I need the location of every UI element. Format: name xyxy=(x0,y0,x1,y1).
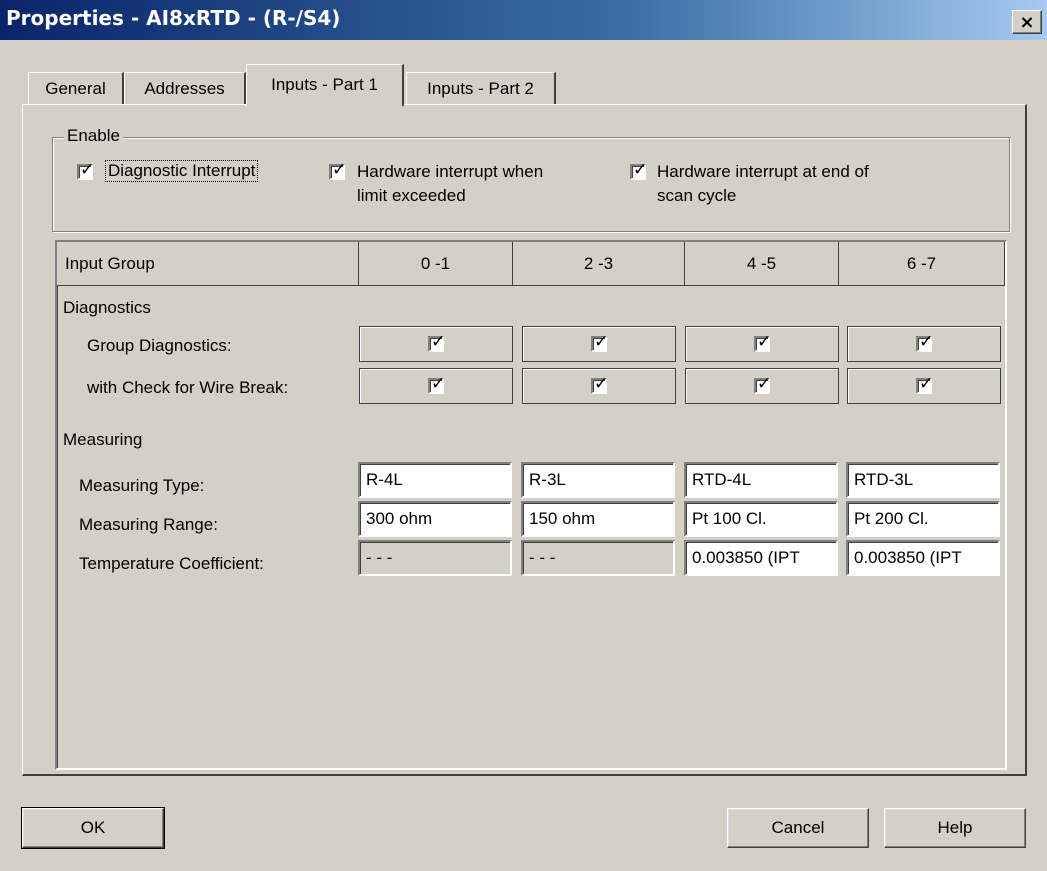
hw-interrupt-scan-line1: Hardware interrupt at end of xyxy=(657,162,869,181)
measuring-type-field-3[interactable]: RTD-3L xyxy=(846,462,1000,498)
check-icon: ✓ xyxy=(594,332,609,352)
wire-break-cell-0: ✓ xyxy=(359,368,513,404)
temp-coef-field-2[interactable]: 0.003850 (IPT xyxy=(684,540,838,576)
hw-interrupt-scan-line2: scan cycle xyxy=(657,186,737,205)
check-icon: ✓ xyxy=(757,332,772,352)
wire-break-label: with Check for Wire Break: xyxy=(87,378,289,397)
wire-break-cell-1: ✓ xyxy=(522,368,676,404)
group-diag-checkbox-3[interactable]: ✓ xyxy=(916,332,933,352)
measuring-type-field-0[interactable]: R-4L xyxy=(358,462,512,498)
header-group-6-7: 6 -7 xyxy=(839,242,1005,286)
check-icon: ✓ xyxy=(431,374,446,394)
measuring-section-label: Measuring xyxy=(63,430,143,449)
group-diag-checkbox-2[interactable]: ✓ xyxy=(754,332,771,352)
check-icon: ✓ xyxy=(332,160,347,180)
header-group-2-3: 2 -3 xyxy=(513,242,685,286)
measuring-type-label: Measuring Type: xyxy=(79,476,205,495)
header-group-0-1: 0 -1 xyxy=(359,242,513,286)
diagnostic-interrupt-checkbox[interactable]: ✓ xyxy=(77,160,94,180)
group-diag-checkbox-1[interactable]: ✓ xyxy=(591,332,608,352)
wire-break-cell-3: ✓ xyxy=(847,368,1001,404)
measuring-range-field-2[interactable]: Pt 100 Cl. xyxy=(684,501,838,537)
tab-inputs-part-2[interactable]: Inputs - Part 2 xyxy=(406,72,556,104)
ok-button[interactable]: OK xyxy=(21,807,165,849)
close-button[interactable]: × xyxy=(1012,10,1042,34)
header-group-4-5: 4 -5 xyxy=(685,242,839,286)
close-icon: × xyxy=(1019,11,1035,33)
group-diag-checkbox-0[interactable]: ✓ xyxy=(428,332,445,352)
temp-coef-label: Temperature Coefficient: xyxy=(79,554,264,573)
tab-general-label: General xyxy=(45,78,106,98)
measuring-type-field-2[interactable]: RTD-4L xyxy=(684,462,838,498)
diagnostics-section-label: Diagnostics xyxy=(63,298,151,317)
tab-inputs-part-1[interactable]: Inputs - Part 1 xyxy=(246,64,404,106)
measuring-range-field-3[interactable]: Pt 200 Cl. xyxy=(846,501,1000,537)
tab-addresses-label: Addresses xyxy=(144,78,225,98)
tab-inputs-part-2-label: Inputs - Part 2 xyxy=(427,78,534,98)
window-title: Properties - AI8xRTD - (R-/S4) xyxy=(6,6,341,30)
group-diag-cell-1: ✓ xyxy=(522,326,676,362)
tab-general[interactable]: General xyxy=(28,72,124,104)
measuring-range-field-1[interactable]: 150 ohm xyxy=(521,501,675,537)
wire-break-checkbox-3[interactable]: ✓ xyxy=(916,374,933,394)
group-diag-cell-0: ✓ xyxy=(359,326,513,362)
hw-interrupt-limit-line2: limit exceeded xyxy=(357,186,466,205)
temp-coef-field-3[interactable]: 0.003850 (IPT xyxy=(846,540,1000,576)
check-icon: ✓ xyxy=(633,160,648,180)
check-icon: ✓ xyxy=(594,374,609,394)
group-diagnostics-label: Group Diagnostics: xyxy=(87,336,232,355)
tab-inputs-part-1-label: Inputs - Part 1 xyxy=(271,75,378,94)
check-icon: ✓ xyxy=(919,332,934,352)
measuring-range-field-0[interactable]: 300 ohm xyxy=(358,501,512,537)
group-diag-cell-3: ✓ xyxy=(847,326,1001,362)
measuring-type-field-1[interactable]: R-3L xyxy=(521,462,675,498)
wire-break-checkbox-2[interactable]: ✓ xyxy=(754,374,771,394)
cancel-button[interactable]: Cancel xyxy=(727,808,869,848)
temp-coef-field-1: - - - xyxy=(521,540,675,576)
measuring-range-label: Measuring Range: xyxy=(79,515,218,534)
group-diag-cell-2: ✓ xyxy=(685,326,839,362)
hw-interrupt-limit-line1: Hardware interrupt when xyxy=(357,162,544,181)
diagnostic-interrupt-label[interactable]: Diagnostic Interrupt xyxy=(105,160,259,182)
temp-coef-field-0: - - - xyxy=(358,540,512,576)
check-icon: ✓ xyxy=(757,374,772,394)
enable-legend: Enable xyxy=(64,126,123,146)
wire-break-checkbox-1[interactable]: ✓ xyxy=(591,374,608,394)
wire-break-checkbox-0[interactable]: ✓ xyxy=(428,374,445,394)
hw-interrupt-limit-checkbox[interactable]: ✓ xyxy=(329,160,346,180)
check-icon: ✓ xyxy=(919,374,934,394)
hw-interrupt-limit-label[interactable]: Hardware interrupt when limit exceeded xyxy=(357,160,543,208)
help-button[interactable]: Help xyxy=(884,808,1026,848)
wire-break-cell-2: ✓ xyxy=(685,368,839,404)
hw-interrupt-scan-label[interactable]: Hardware interrupt at end of scan cycle xyxy=(657,160,869,208)
header-input-group: Input Group xyxy=(57,242,359,286)
check-icon: ✓ xyxy=(431,332,446,352)
check-icon: ✓ xyxy=(80,160,95,180)
hw-interrupt-scan-checkbox[interactable]: ✓ xyxy=(630,160,647,180)
tab-addresses[interactable]: Addresses xyxy=(124,72,246,104)
